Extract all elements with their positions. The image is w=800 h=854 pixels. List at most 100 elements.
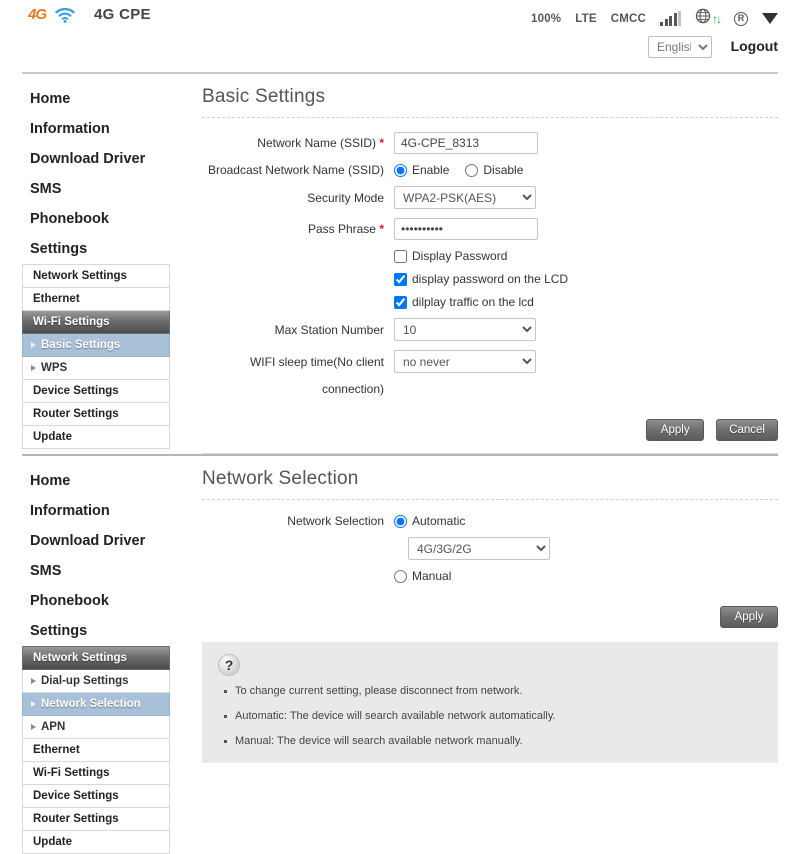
sidebar-item-sms[interactable]: SMS <box>22 556 170 586</box>
sidebar-item-phonebook[interactable]: Phonebook <box>22 586 170 616</box>
radio-broadcast-enable-input[interactable] <box>394 163 407 177</box>
button-row-basic-settings: Apply Cancel <box>202 405 778 451</box>
checkbox-display-traffic-lcd-input[interactable] <box>394 295 407 309</box>
question-mark-icon: ? <box>218 654 240 676</box>
field-row-broadcast-ssid: Broadcast Network Name (SSID) Enable Dis… <box>202 163 778 177</box>
content-bottom-divider <box>202 453 778 454</box>
required-marker: * <box>379 136 384 150</box>
radio-broadcast-disable[interactable]: Disable <box>465 163 523 177</box>
battery-level: 100% <box>531 12 562 25</box>
sidebar-item-network-settings[interactable]: Network Settings <box>22 646 170 670</box>
help-box: ? To change current setting, please disc… <box>202 642 778 763</box>
account-bar: English Logout <box>0 36 800 66</box>
field-row-max-station: Max Station Number 10 <box>202 318 778 341</box>
globe-traffic-indicator: ↑↓ <box>695 8 722 29</box>
radio-broadcast-disable-input[interactable] <box>465 163 479 177</box>
sidebar-item-home[interactable]: Home <box>22 84 170 114</box>
label-wifi-sleep-line1: WIFI sleep time(No client <box>249 354 384 369</box>
radio-manual-input[interactable] <box>394 569 407 583</box>
security-mode-select[interactable]: WPA2-PSK(AES) <box>394 186 536 209</box>
checkbox-display-password-lcd[interactable]: display password on the LCD <box>394 272 568 286</box>
sidebar-item-dial-up-settings[interactable]: Dial-up Settings <box>22 670 170 693</box>
help-line: Automatic: The device will search availa… <box>224 710 762 722</box>
radio-automatic-label: Automatic <box>412 514 466 528</box>
field-row-ssid: Network Name (SSID) * <box>202 132 778 154</box>
checkbox-display-password-lcd-input[interactable] <box>394 272 407 286</box>
logout-button[interactable]: Logout <box>731 38 778 54</box>
sidebar-item-device-settings[interactable]: Device Settings <box>22 785 170 808</box>
field-row-passphrase: Pass Phrase * <box>202 218 778 240</box>
network-mode-select[interactable]: 4G/3G/2G <box>408 537 550 560</box>
help-line: Manual: The device will search available… <box>224 735 762 747</box>
sidebar-item-ethernet[interactable]: Ethernet <box>22 288 170 311</box>
sidebar-item-update[interactable]: Update <box>22 426 170 449</box>
sidebar-item-update[interactable]: Update <box>22 831 170 854</box>
language-select[interactable]: English <box>648 36 712 58</box>
checkbox-display-password[interactable]: Display Password <box>394 249 507 263</box>
label-wifi-sleep-time: WIFI sleep time(No client <box>202 355 394 369</box>
sidebar-item-router-settings[interactable]: Router Settings <box>22 808 170 831</box>
label-passphrase: Pass Phrase * <box>202 222 394 236</box>
sidebar-item-network-selection[interactable]: Network Selection <box>22 693 170 716</box>
triangle-down-icon <box>762 13 778 24</box>
checkbox-display-traffic-lcd-label: dilplay traffic on the lcd <box>412 295 534 309</box>
sidebar-item-download-driver[interactable]: Download Driver <box>22 144 170 174</box>
sidebar-item-basic-settings[interactable]: Basic Settings <box>22 334 170 357</box>
field-row-network-mode: 4G/3G/2G <box>202 537 778 560</box>
apply-button[interactable]: Apply <box>720 606 778 628</box>
field-row-network-selection: Network Selection Automatic <box>202 514 778 528</box>
status-bar: 100% LTE CMCC ↑↓ R <box>531 8 778 29</box>
apply-button[interactable]: Apply <box>646 419 705 441</box>
sidebar-item-phonebook[interactable]: Phonebook <box>22 204 170 234</box>
checkbox-display-password-label: Display Password <box>412 249 508 263</box>
app-header: 4G 4G CPE 100% LTE CMCC ↑↓ R <box>0 0 800 36</box>
sidebar-item-download-driver[interactable]: Download Driver <box>22 526 170 556</box>
panel-basic-settings: Home Information Download Driver SMS Pho… <box>0 74 800 454</box>
label-wifi-sleep-line2: connection) <box>321 382 384 396</box>
sidebar-item-wifi-settings[interactable]: Wi-Fi Settings <box>22 762 170 785</box>
globe-icon <box>695 8 711 29</box>
app-title: 4G CPE <box>94 6 151 23</box>
sidebar-item-device-settings[interactable]: Device Settings <box>22 380 170 403</box>
button-row-network-selection: Apply <box>202 592 778 638</box>
sidebar-item-network-settings[interactable]: Network Settings <box>22 264 170 288</box>
help-line: To change current setting, please discon… <box>224 685 762 697</box>
sidebar-item-ethernet[interactable]: Ethernet <box>22 739 170 762</box>
content-basic-settings: Basic Settings Network Name (SSID) * Bro… <box>170 74 800 454</box>
max-station-select[interactable]: 10 <box>394 318 536 341</box>
label-network-selection: Network Selection <box>287 514 384 528</box>
sidebar-panel2: Home Information Download Driver SMS Pho… <box>22 456 170 854</box>
label-ssid: Network Name (SSID) * <box>202 136 394 150</box>
radio-automatic[interactable]: Automatic <box>394 514 465 528</box>
sidebar-item-settings[interactable]: Settings <box>22 616 170 646</box>
checkbox-display-traffic-lcd[interactable]: dilplay traffic on the lcd <box>394 295 534 309</box>
field-row-display-password: Display Password <box>202 249 778 263</box>
ssid-input[interactable] <box>394 132 538 154</box>
sidebar-item-information[interactable]: Information <box>22 114 170 144</box>
cancel-button[interactable]: Cancel <box>716 419 778 441</box>
radio-broadcast-enable[interactable]: Enable <box>394 163 449 177</box>
page-title: Basic Settings <box>202 86 326 107</box>
label-security-mode: Security Mode <box>307 190 384 205</box>
registered-r-icon: R <box>734 11 748 26</box>
sidebar-item-information[interactable]: Information <box>22 496 170 526</box>
sidebar-item-wps[interactable]: WPS <box>22 357 170 380</box>
sidebar-item-router-settings[interactable]: Router Settings <box>22 403 170 426</box>
checkbox-display-password-input[interactable] <box>394 249 407 263</box>
radio-manual[interactable]: Manual <box>394 569 451 583</box>
sidebar-item-apn[interactable]: APN <box>22 716 170 739</box>
radio-automatic-input[interactable] <box>394 514 407 528</box>
sidebar-item-wifi-settings[interactable]: Wi-Fi Settings <box>22 311 170 334</box>
field-row-wifi-sleep-time: WIFI sleep time(No client no never <box>202 350 778 373</box>
label-passphrase-text: Pass Phrase <box>307 222 376 236</box>
sidebar-item-home[interactable]: Home <box>22 466 170 496</box>
sidebar-item-sms[interactable]: SMS <box>22 174 170 204</box>
radio-broadcast-enable-label: Enable <box>412 163 450 177</box>
wifi-sleep-time-select[interactable]: no never <box>394 350 536 373</box>
sidebar-item-settings[interactable]: Settings <box>22 234 170 264</box>
passphrase-input[interactable] <box>394 218 538 240</box>
page-title: Network Selection <box>202 468 359 489</box>
field-row-wifi-sleep-time-cont: connection) <box>202 382 778 396</box>
sidebar-panel1: Home Information Download Driver SMS Pho… <box>22 74 170 454</box>
field-row-security-mode: Security Mode WPA2-PSK(AES) <box>202 186 778 209</box>
